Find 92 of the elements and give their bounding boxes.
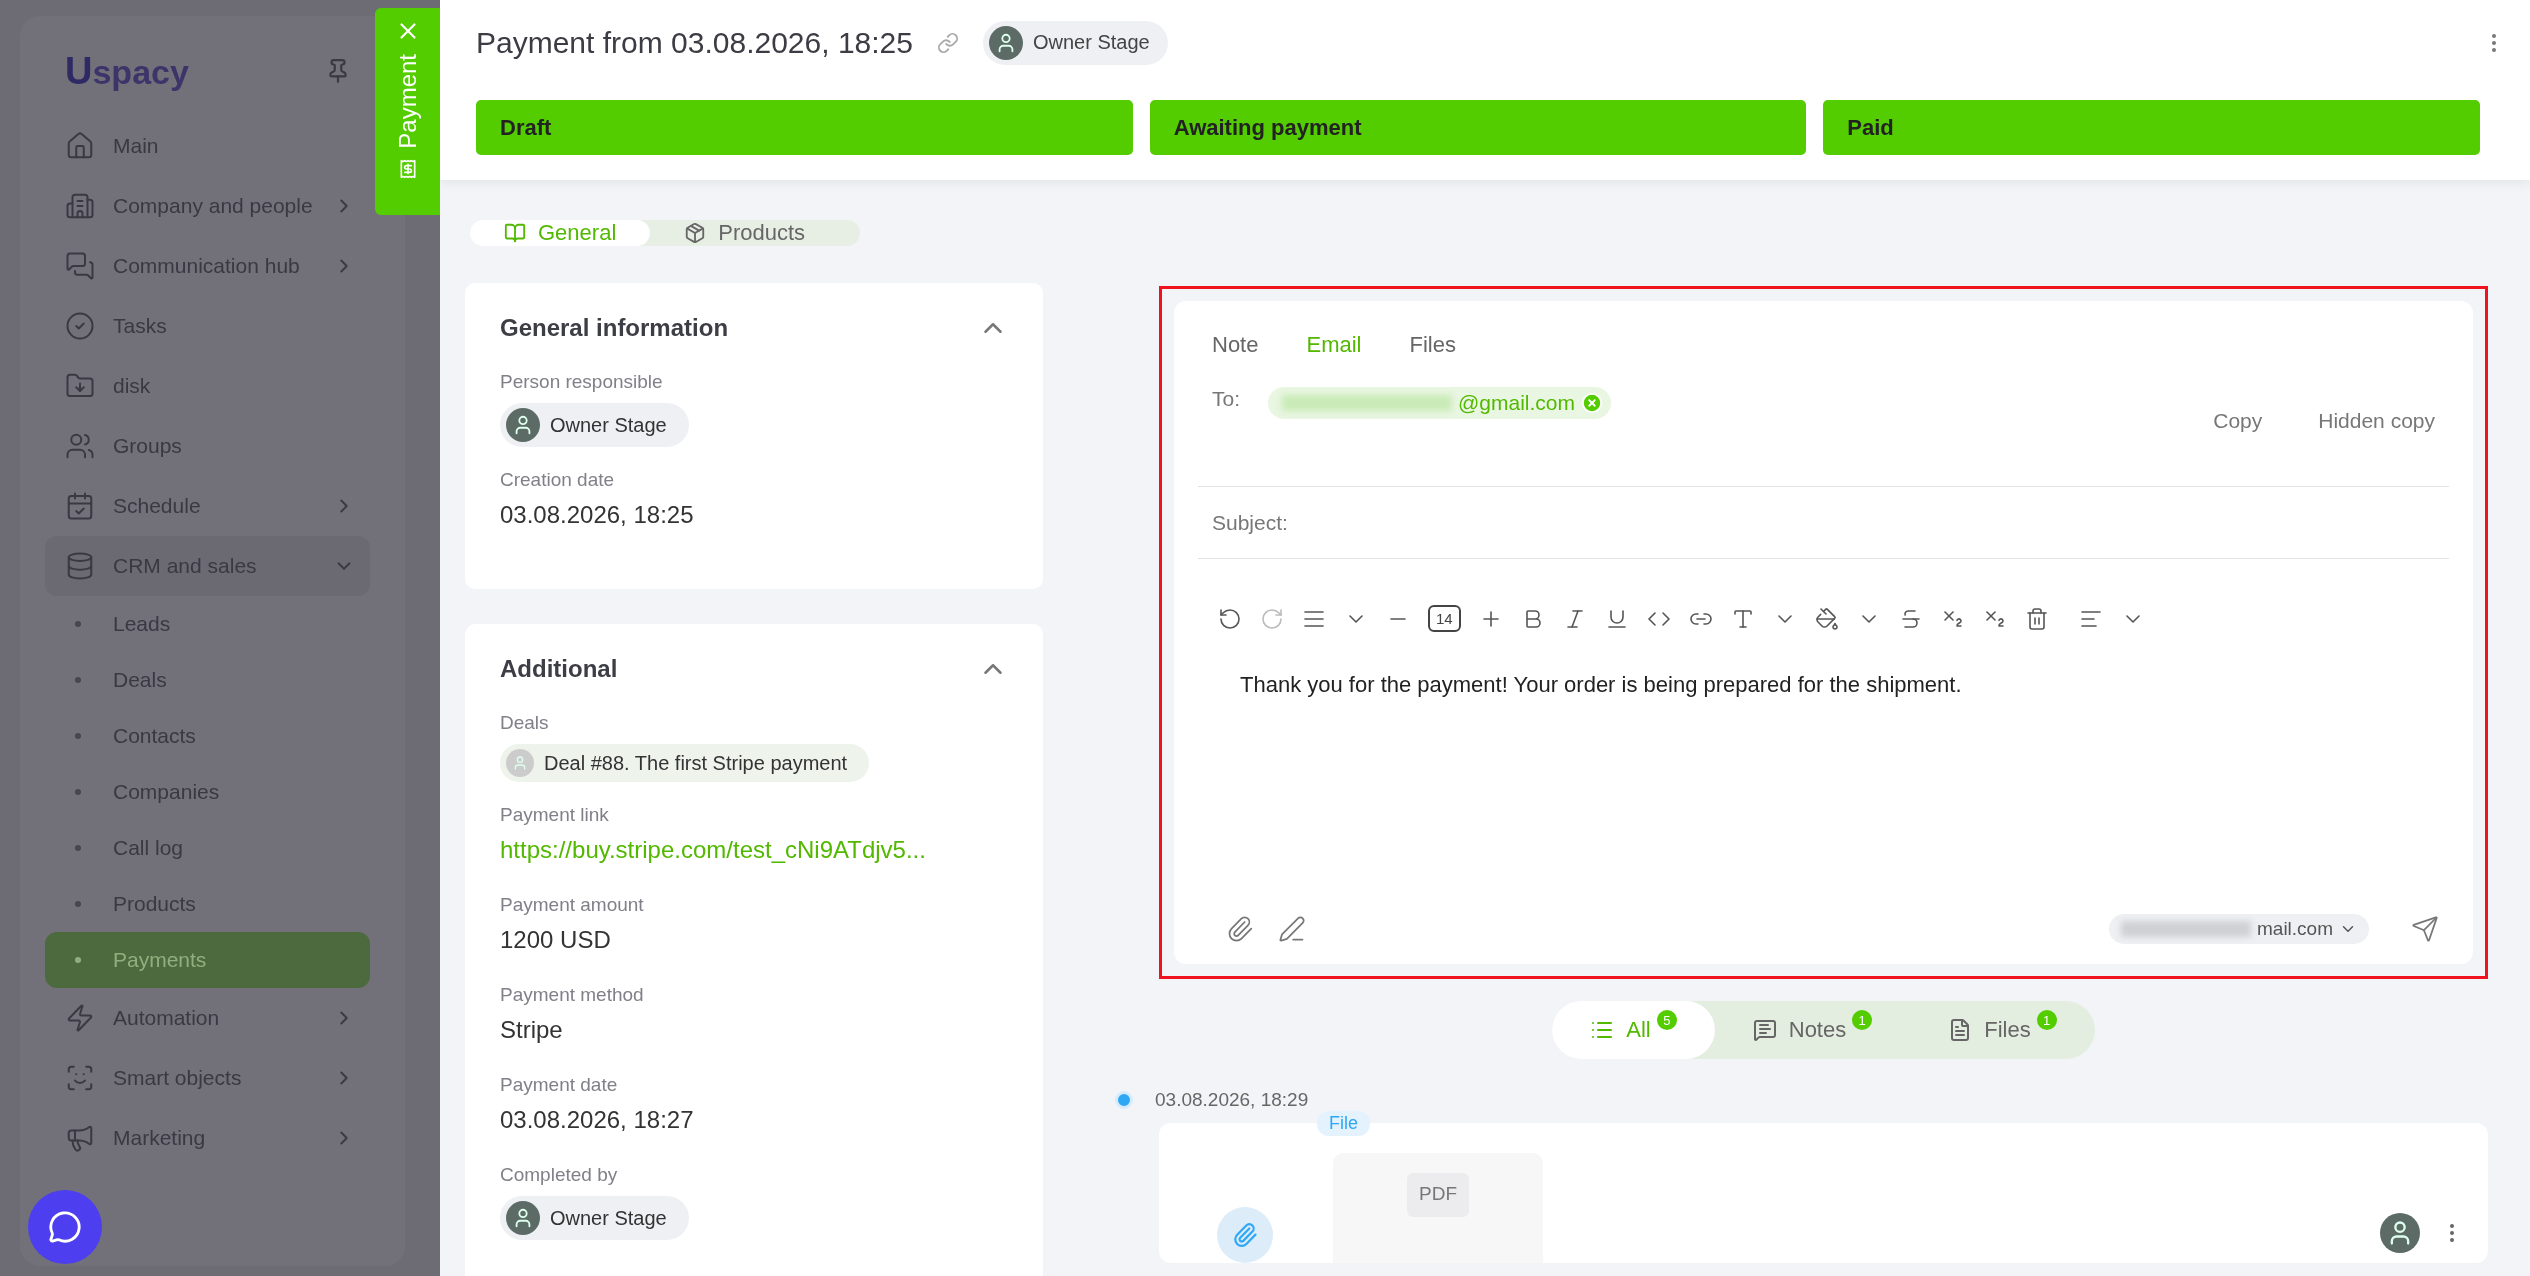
payment-link[interactable]: https://buy.stripe.com/test_cNi9ATdjv5... — [500, 836, 1008, 864]
field-label: Payment date — [500, 1074, 619, 1096]
count-badge: 1 — [1852, 1010, 1873, 1030]
chat-icon — [48, 1210, 82, 1244]
field-label: Payment link — [500, 804, 610, 826]
sidebar-item[interactable]: Groups — [45, 416, 370, 476]
stage-bar[interactable]: Awaiting payment — [1149, 100, 1807, 155]
filter-tab[interactable]: Files 1 — [1910, 1001, 2095, 1059]
filter-tab[interactable]: All 5 — [1552, 1001, 1715, 1059]
subject-label: Subject: — [1212, 510, 1288, 535]
avatar — [506, 1201, 540, 1235]
hidden-copy-link[interactable]: Hidden copy — [2318, 409, 2435, 433]
page-title: Payment from 03.08.2026, 18:25 — [476, 25, 913, 60]
sidebar-subitem[interactable]: Payments — [45, 932, 370, 988]
font-size-field[interactable]: 14 — [1428, 605, 1461, 632]
file-type-label: PDF — [1407, 1173, 1469, 1217]
check-circle-icon — [65, 311, 95, 341]
composer-tab[interactable]: Files — [1409, 332, 1456, 358]
field-label: Person responsible — [500, 371, 664, 393]
card-title: General information — [500, 314, 729, 342]
stage-bar[interactable]: Draft — [476, 100, 1133, 155]
field-label: Payment method — [500, 984, 645, 1006]
sidebar-item[interactable]: Schedule — [45, 476, 370, 536]
to-label: To: — [1212, 387, 1240, 411]
file-thumbnail[interactable]: PDF — [1333, 1153, 1543, 1263]
sender-select[interactable]: mail.com — [2109, 914, 2369, 944]
card-title: Additional — [500, 655, 618, 683]
copy-link[interactable]: Copy — [2213, 409, 2263, 433]
field-label: Deals — [500, 712, 550, 734]
file-tag: File — [1317, 1111, 1370, 1136]
scan-icon — [65, 1063, 95, 1093]
sidebar-item[interactable]: Automation — [45, 988, 370, 1048]
sidebar-item[interactable]: Marketing — [45, 1108, 370, 1168]
building-icon — [65, 191, 95, 221]
timeline-dot — [1115, 1091, 1133, 1109]
logo: Uspacy — [65, 49, 189, 93]
sidebar-item[interactable]: Smart objects — [45, 1048, 370, 1108]
avatar — [988, 25, 1023, 60]
database-icon — [65, 551, 95, 581]
side-tab[interactable]: Payment — [375, 8, 440, 215]
undo-icon[interactable] — [1218, 606, 1242, 631]
trash-icon[interactable] — [2024, 606, 2049, 631]
count-badge: 1 — [2036, 1010, 2057, 1030]
field-value: 1200 USD — [500, 926, 612, 954]
composer-tab[interactable]: Note — [1212, 332, 1259, 358]
person-chip[interactable]: Owner Stage — [500, 1196, 689, 1240]
avatar — [2380, 1213, 2420, 1253]
fill-color-icon[interactable] — [1814, 606, 1839, 631]
sidebar-item[interactable]: Main — [45, 116, 370, 176]
field-label: Completed by — [500, 1164, 619, 1186]
email-body[interactable]: Thank you for the payment! Your order is being prepared for the shipment. — [1198, 632, 2449, 914]
home-icon — [65, 131, 95, 161]
field-label: Creation date — [500, 469, 616, 491]
avatar — [506, 408, 540, 442]
sidebar-item[interactable]: Communication hub — [45, 236, 370, 296]
composer-tab[interactable]: Email — [1306, 332, 1362, 358]
sidebar-subitem[interactable]: Companies — [45, 764, 370, 820]
sidebar-subitem[interactable]: Call log — [45, 820, 370, 876]
timeline-date: 03.08.2026, 18:29 — [1155, 1089, 1309, 1111]
sidebar-subitem[interactable]: Leads — [45, 596, 370, 652]
count-badge: 5 — [1656, 1010, 1677, 1030]
field-value: Stripe — [500, 1016, 564, 1044]
recipient-chip[interactable]: @gmail.com — [1268, 387, 1612, 419]
owner-chip[interactable]: Owner Stage — [982, 20, 1168, 65]
paperclip-icon[interactable] — [1226, 915, 1254, 943]
attachment-icon — [1217, 1207, 1273, 1263]
send-icon[interactable] — [2411, 915, 2439, 943]
tab[interactable]: General — [470, 220, 651, 246]
sidebar-subitem[interactable]: Products — [45, 876, 370, 932]
sidebar-subitem[interactable]: Deals — [45, 652, 370, 708]
chat-icon — [65, 251, 95, 281]
users-icon — [65, 431, 95, 461]
megaphone-icon — [65, 1123, 95, 1153]
sidebar-subitem[interactable]: Contacts — [45, 708, 370, 764]
sidebar-item[interactable]: Tasks — [45, 296, 370, 356]
calendar-icon — [65, 491, 95, 521]
pen-icon[interactable] — [1278, 915, 1306, 943]
stage-bar[interactable]: Paid — [1823, 100, 2480, 155]
deal-chip[interactable]: Deal #88. The first Stripe payment — [500, 744, 870, 782]
lightning-icon — [65, 1003, 95, 1033]
note-icon — [1752, 1018, 1777, 1042]
field-label: Payment amount — [500, 894, 645, 916]
field-value: 03.08.2026, 18:25 — [500, 501, 695, 529]
tab[interactable]: Products — [650, 220, 840, 246]
person-chip[interactable]: Owner Stage — [500, 403, 689, 447]
box-icon — [684, 222, 707, 244]
sidebar-item[interactable]: disk — [45, 356, 370, 416]
field-value: 03.08.2026, 18:27 — [500, 1106, 695, 1134]
book-icon — [504, 222, 526, 244]
side-tab-label: Payment — [393, 54, 422, 149]
filter-tab[interactable]: Notes 1 — [1714, 1001, 1911, 1059]
sidebar-item[interactable]: Company and people — [45, 176, 370, 236]
